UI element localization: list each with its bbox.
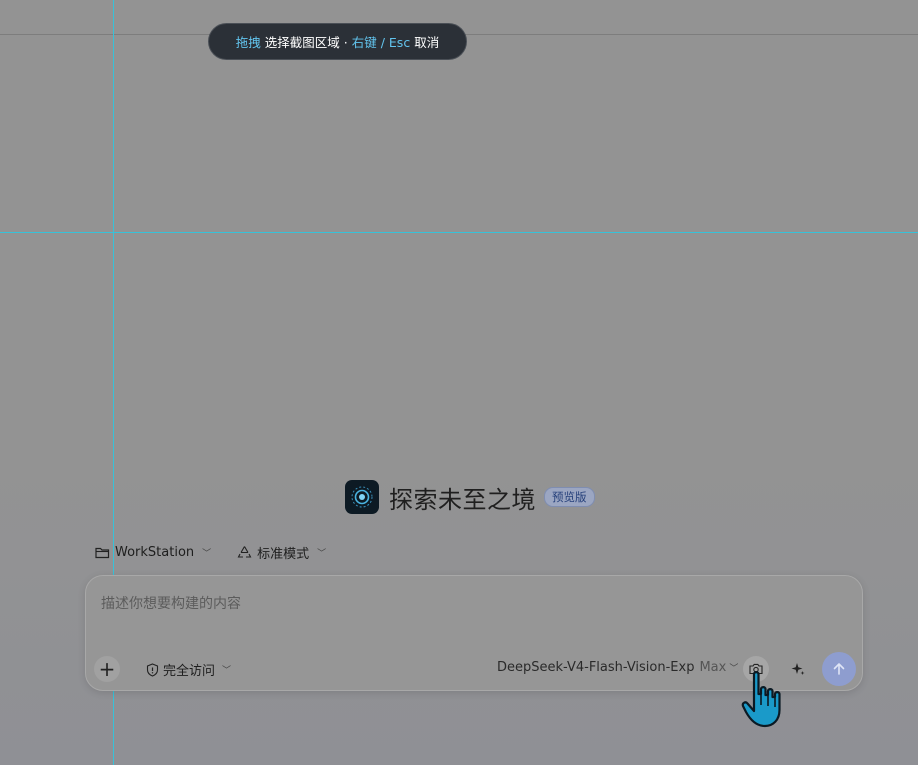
preview-badge: 预览版 bbox=[544, 487, 595, 507]
capture-hint-bar: 拖拽 选择截图区域 · 右键 / Esc 取消 bbox=[208, 23, 467, 60]
recycle-icon bbox=[237, 545, 252, 558]
enhance-prompt-button[interactable] bbox=[785, 656, 811, 682]
chevron-down-icon: ﹀ bbox=[222, 666, 232, 676]
composer-toolbar: WorkStation ﹀ 标准模式 ﹀ bbox=[95, 541, 326, 563]
mode-selector[interactable]: 标准模式 ﹀ bbox=[237, 543, 326, 562]
model-selector[interactable]: DeepSeek-V4-Flash-Vision-Exp Max ﹀ bbox=[497, 660, 738, 675]
model-tier: Max bbox=[699, 660, 727, 675]
chevron-down-icon: ﹀ bbox=[729, 664, 739, 674]
arrow-up-icon bbox=[833, 663, 845, 675]
send-button[interactable] bbox=[822, 652, 856, 686]
access-selector[interactable]: 完全访问 ﹀ bbox=[146, 660, 231, 679]
hand-pointer-icon bbox=[741, 671, 781, 728]
add-attachment-button[interactable]: + bbox=[94, 656, 120, 682]
page-title: 探索未至之境 bbox=[389, 485, 536, 514]
folder-icon bbox=[95, 547, 110, 558]
model-name: DeepSeek-V4-Flash-Vision-Exp bbox=[497, 660, 695, 675]
chevron-down-icon: ﹀ bbox=[317, 548, 327, 559]
sparkle-icon bbox=[791, 663, 805, 675]
prompt-input[interactable]: 描述你想要构建的内容 bbox=[101, 593, 241, 613]
hint-cancel: 取消 bbox=[414, 35, 440, 50]
logo-icon bbox=[351, 486, 373, 508]
shield-icon bbox=[146, 662, 159, 677]
plus-icon: + bbox=[98, 657, 116, 681]
app-logo bbox=[345, 480, 379, 514]
hero-header: 探索未至之境 预览版 bbox=[345, 480, 595, 514]
workspace-label: WorkStation bbox=[115, 544, 195, 560]
access-label: 完全访问 bbox=[163, 664, 216, 679]
selection-guide-horizontal bbox=[0, 232, 918, 233]
mode-label: 标准模式 bbox=[257, 546, 310, 562]
hint-select: 选择截图区域 · bbox=[264, 35, 348, 50]
chevron-down-icon: ﹀ bbox=[202, 548, 212, 559]
hint-drag: 拖拽 bbox=[235, 35, 261, 50]
hint-keys: 右键 / Esc bbox=[351, 35, 411, 50]
workspace-selector[interactable]: WorkStation ﹀ bbox=[95, 545, 211, 560]
